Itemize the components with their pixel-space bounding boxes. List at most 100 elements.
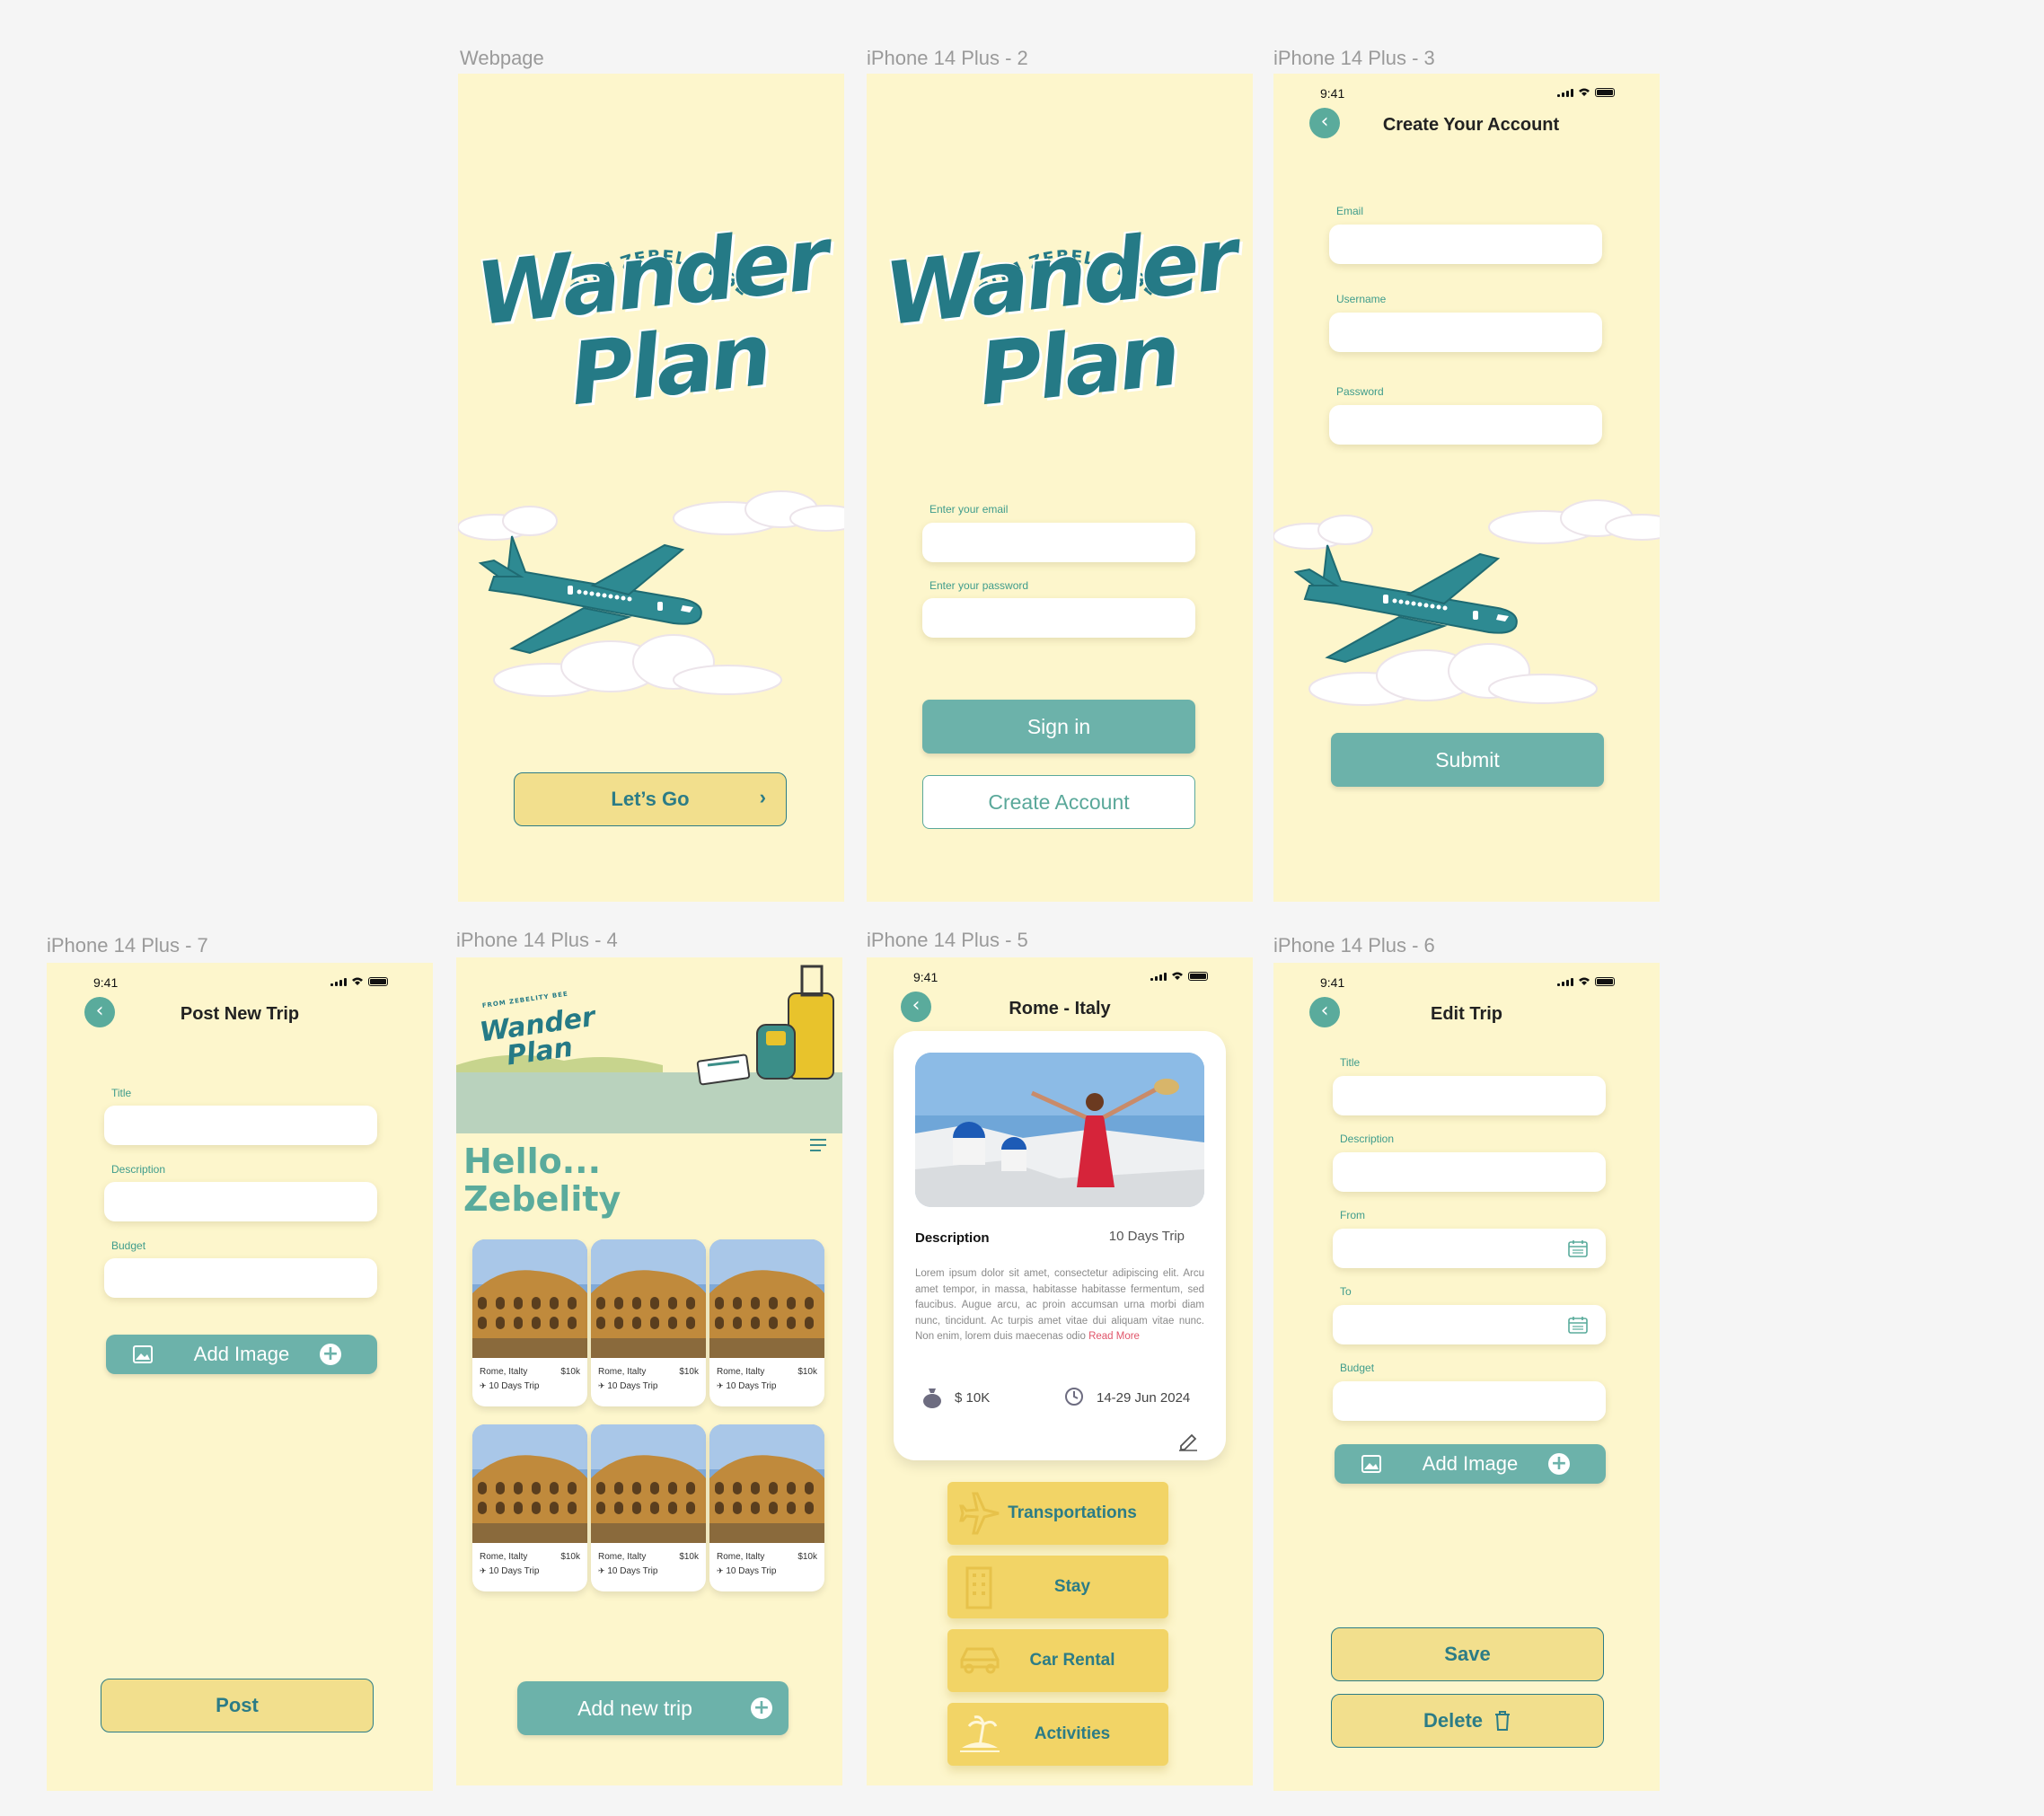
from-label: From bbox=[1340, 1209, 1365, 1221]
budget-input[interactable] bbox=[1333, 1381, 1606, 1421]
frame-label-iphone3: iPhone 14 Plus - 3 bbox=[1273, 47, 1435, 69]
save-button[interactable]: Save bbox=[1331, 1627, 1604, 1681]
budget-input[interactable] bbox=[104, 1258, 377, 1298]
category-transportations-button[interactable]: Transportations bbox=[947, 1482, 1168, 1545]
to-label: To bbox=[1340, 1285, 1352, 1298]
trip-card[interactable]: Rome, Italty $10k ✈ 10 Days Trip bbox=[591, 1239, 706, 1406]
money-bag-icon bbox=[923, 1388, 941, 1408]
trip-card[interactable]: Rome, Italty $10k ✈ 10 Days Trip bbox=[709, 1239, 824, 1406]
status-bar: 9:41 bbox=[47, 975, 433, 993]
trip-card[interactable]: Rome, Italty $10k ✈ 10 Days Trip bbox=[472, 1424, 587, 1591]
status-icons bbox=[330, 977, 388, 986]
iphone6-frame: 9:41 ‹ Edit Trip Title Description From … bbox=[1273, 963, 1660, 1791]
add-image-button[interactable]: Add Image + bbox=[1335, 1444, 1606, 1484]
status-time: 9:41 bbox=[93, 975, 119, 990]
iphone5-frame: 9:41 ‹ Rome - Italy Description 10 Days … bbox=[867, 957, 1253, 1785]
password-input[interactable] bbox=[1329, 405, 1602, 445]
trip-card[interactable]: Rome, Italty $10k ✈ 10 Days Trip bbox=[472, 1239, 587, 1406]
trip-city: Rome, Italty bbox=[598, 1552, 647, 1562]
status-icons bbox=[1557, 977, 1615, 986]
back-button[interactable]: ‹ bbox=[901, 992, 931, 1022]
frame-label-iphone4: iPhone 14 Plus - 4 bbox=[456, 929, 618, 951]
iphone2-frame: FROM ZEBELITY BEE Wander Plan Enter your… bbox=[867, 74, 1253, 902]
image-icon bbox=[133, 1345, 153, 1363]
trip-days: ✈ 10 Days Trip bbox=[480, 1381, 539, 1391]
email-input[interactable] bbox=[1329, 225, 1602, 264]
password-input[interactable] bbox=[922, 598, 1195, 638]
category-activities-button[interactable]: Activities bbox=[947, 1703, 1168, 1766]
title-label: Title bbox=[111, 1087, 132, 1099]
back-button[interactable]: ‹ bbox=[1309, 997, 1340, 1027]
category-label: Car Rental bbox=[1029, 1651, 1115, 1670]
edit-pencil-icon[interactable] bbox=[1177, 1430, 1199, 1451]
trip-days: ✈ 10 Days Trip bbox=[598, 1381, 657, 1391]
car-icon bbox=[960, 1647, 1000, 1674]
status-icons bbox=[1557, 88, 1615, 97]
sign-in-button[interactable]: Sign in bbox=[922, 700, 1195, 754]
menu-icon[interactable] bbox=[810, 1139, 826, 1151]
trip-days-label: 10 Days Trip bbox=[607, 1381, 658, 1391]
colosseum-photo bbox=[709, 1239, 824, 1358]
calendar-icon[interactable] bbox=[1568, 1316, 1588, 1334]
iphone7-frame: 9:41 ‹ Post New Trip Title Description B… bbox=[47, 963, 433, 1791]
username-input[interactable] bbox=[1329, 313, 1602, 352]
category-stay-button[interactable]: Stay bbox=[947, 1556, 1168, 1618]
back-button[interactable]: ‹ bbox=[1309, 108, 1340, 138]
colosseum-photo bbox=[472, 1424, 587, 1543]
add-image-label: Add Image bbox=[1422, 1452, 1519, 1475]
trip-city: Rome, Italty bbox=[598, 1367, 647, 1377]
lets-go-button[interactable]: Let’s Go › bbox=[514, 772, 787, 826]
chevron-right-icon: › bbox=[759, 786, 766, 808]
email-label: Enter your email bbox=[929, 503, 1009, 516]
email-input[interactable] bbox=[922, 523, 1195, 562]
island-icon bbox=[960, 1715, 1000, 1752]
submit-button[interactable]: Submit bbox=[1331, 733, 1604, 787]
trip-card[interactable]: Rome, Italty $10k ✈ 10 Days Trip bbox=[709, 1424, 824, 1591]
battery-icon bbox=[1595, 88, 1615, 97]
plus-circle-icon: + bbox=[751, 1697, 772, 1719]
signal-icon bbox=[330, 977, 347, 986]
luggage-illustration bbox=[696, 965, 834, 1086]
title-input[interactable] bbox=[1333, 1076, 1606, 1115]
create-account-button[interactable]: Create Account bbox=[922, 775, 1195, 829]
add-image-button[interactable]: Add Image + bbox=[106, 1335, 377, 1374]
delete-button[interactable]: Delete bbox=[1331, 1694, 1604, 1748]
title-input[interactable] bbox=[104, 1106, 377, 1145]
page-title: Edit Trip bbox=[1431, 1004, 1502, 1024]
lets-go-label: Let’s Go bbox=[611, 788, 690, 810]
back-chevron-icon: ‹ bbox=[95, 1000, 104, 1022]
from-date-input[interactable] bbox=[1333, 1229, 1606, 1268]
status-time: 9:41 bbox=[1320, 86, 1345, 101]
post-button[interactable]: Post bbox=[101, 1679, 374, 1732]
calendar-icon[interactable] bbox=[1568, 1239, 1588, 1257]
add-new-trip-button[interactable]: Add new trip + bbox=[517, 1681, 789, 1735]
description-input[interactable] bbox=[104, 1182, 377, 1221]
trip-days-label: 10 Days Trip bbox=[726, 1566, 777, 1576]
username-label: Username bbox=[1336, 293, 1387, 305]
plus-circle-icon: + bbox=[1548, 1453, 1570, 1475]
to-date-input[interactable] bbox=[1333, 1305, 1606, 1344]
colosseum-photo bbox=[591, 1239, 706, 1358]
plane-icon bbox=[959, 1492, 1000, 1535]
battery-icon bbox=[368, 977, 388, 986]
category-car-rental-button[interactable]: Car Rental bbox=[947, 1629, 1168, 1692]
trip-price: $10k bbox=[797, 1367, 817, 1377]
building-icon bbox=[965, 1566, 992, 1609]
page-title: Rome - Italy bbox=[1009, 999, 1111, 1018]
status-time: 9:41 bbox=[913, 970, 938, 984]
trip-card[interactable]: Rome, Italty $10k ✈ 10 Days Trip bbox=[591, 1424, 706, 1591]
trip-price: $10k bbox=[797, 1552, 817, 1562]
trip-city: Rome, Italty bbox=[480, 1367, 528, 1377]
greeting-name: Zebelity bbox=[463, 1179, 621, 1219]
colosseum-photo bbox=[591, 1424, 706, 1543]
wifi-icon bbox=[1579, 977, 1590, 985]
wifi-icon bbox=[352, 977, 363, 985]
category-label: Activities bbox=[1034, 1724, 1111, 1743]
description-heading: Description bbox=[915, 1230, 990, 1246]
plane-icon: ✈ bbox=[480, 1566, 487, 1575]
back-button[interactable]: ‹ bbox=[84, 997, 115, 1027]
read-more-link[interactable]: Read More bbox=[1088, 1331, 1140, 1342]
clock-icon bbox=[1065, 1388, 1083, 1406]
password-label: Password bbox=[1336, 385, 1384, 398]
description-input[interactable] bbox=[1333, 1152, 1606, 1192]
